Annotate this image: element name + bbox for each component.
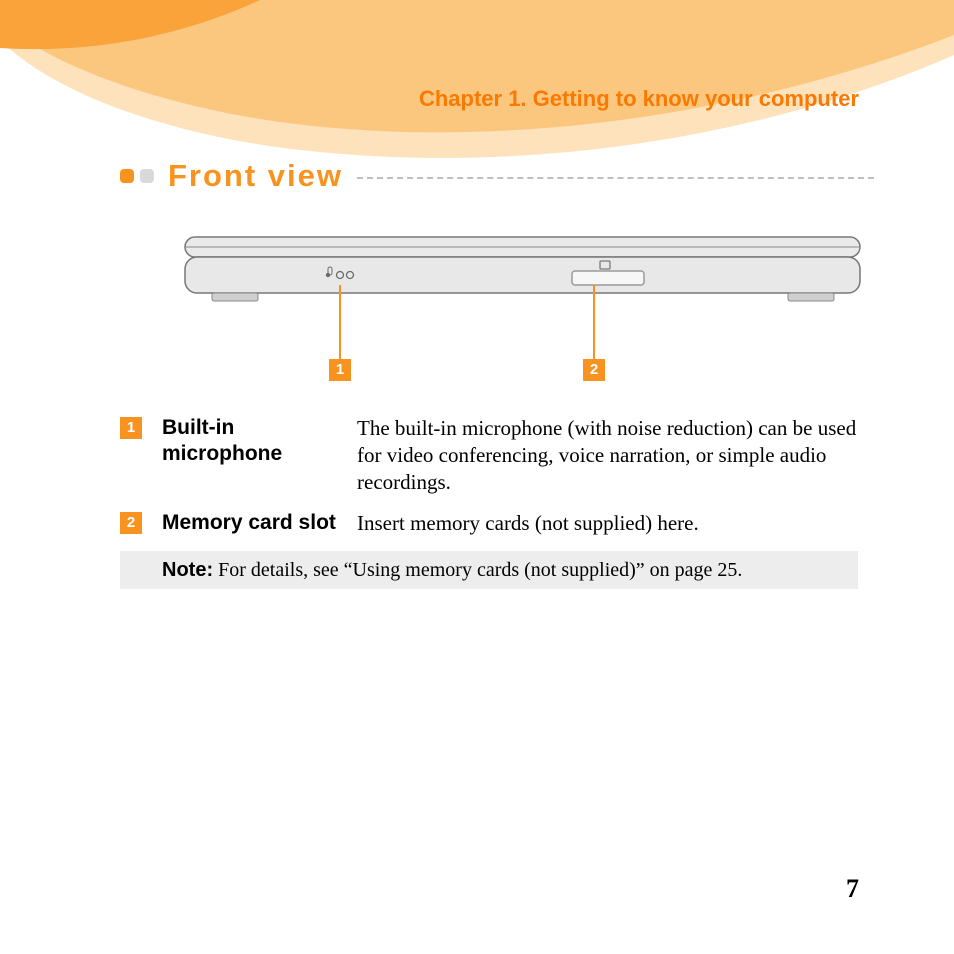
item-number: 2	[120, 512, 142, 534]
item-definition: The built-in microphone (with noise redu…	[357, 415, 858, 496]
item-term: Memory card slot	[162, 510, 357, 536]
item-number: 1	[120, 417, 142, 439]
page-number: 7	[846, 874, 859, 904]
front-view-diagram: 1 2	[180, 235, 865, 375]
item-definition: Insert memory cards (not supplied) here.	[357, 510, 858, 537]
bullet-icon	[120, 169, 134, 183]
item-term: Built-in microphone	[162, 415, 357, 468]
list-item: 2 Memory card slot Insert memory cards (…	[120, 510, 858, 537]
note-label: Note:	[162, 559, 213, 581]
note-text: For details, see “Using memory cards (no…	[213, 559, 742, 581]
description-list: 1 Built-in microphone The built-in micro…	[120, 415, 858, 589]
chapter-title: Chapter 1. Getting to know your computer	[419, 86, 859, 112]
note-box: Note: For details, see “Using memory car…	[120, 551, 858, 589]
section-title: Front view	[168, 158, 343, 194]
bullet-icon	[140, 169, 154, 183]
callout-marker-1: 1	[329, 359, 351, 381]
list-item: 1 Built-in microphone The built-in micro…	[120, 415, 858, 496]
divider-dashed	[357, 177, 874, 179]
section-header: Front view	[120, 158, 874, 194]
callout-marker-2: 2	[583, 359, 605, 381]
